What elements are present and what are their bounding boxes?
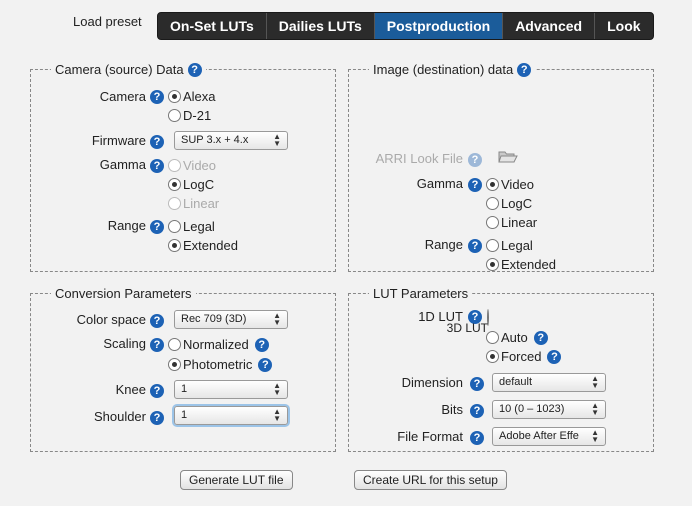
select-arrows-icon: ▲ ▼ (273, 132, 281, 148)
gamma-label: Gamma (99, 157, 146, 172)
lut-3d-label: 3D LUT (446, 321, 488, 335)
help-icon[interactable]: ? (187, 62, 202, 77)
color-space-select[interactable]: Rec 709 (3D) ▲ ▼ (174, 310, 288, 329)
radio-button[interactable] (486, 331, 499, 344)
select-arrows-icon: ▲ ▼ (273, 407, 281, 423)
camera-option-d21[interactable]: D-21 (168, 108, 211, 123)
firmware-select[interactable]: SUP 3.x + 4.x ▲ ▼ (174, 131, 288, 150)
help-icon[interactable]: ? (150, 220, 164, 234)
dimension-select[interactable]: default ▲ ▼ (492, 373, 606, 392)
lut-3d-option-forced[interactable]: Forced ? (486, 349, 562, 364)
help-icon[interactable]: ? (150, 314, 164, 328)
radio-button[interactable] (168, 338, 181, 351)
dest-range-option-extended[interactable]: Extended (486, 257, 556, 272)
help-icon[interactable]: ? (547, 349, 562, 364)
camera-option-alexa[interactable]: Alexa (168, 89, 216, 104)
range-option-extended[interactable]: Extended (168, 238, 238, 253)
firmware-label: Firmware (91, 133, 146, 148)
tab-dailies-luts[interactable]: Dailies LUTs (267, 13, 375, 39)
dest-gamma-option-video[interactable]: Video (486, 177, 534, 192)
shoulder-select[interactable]: 1 ▲ ▼ (174, 406, 288, 425)
help-icon[interactable]: ? (470, 377, 484, 391)
help-icon[interactable]: ? (150, 384, 164, 398)
preset-tabs: On-Set LUTs Dailies LUTs Postproduction … (157, 12, 654, 40)
tab-advanced[interactable]: Advanced (503, 13, 596, 39)
help-icon[interactable]: ? (150, 90, 164, 104)
radio-button[interactable] (168, 239, 181, 252)
generate-lut-button[interactable]: Generate LUT file (180, 470, 293, 490)
dest-range-option-legal[interactable]: Legal (486, 238, 533, 253)
radio-button[interactable] (168, 197, 181, 210)
radio-button[interactable] (168, 178, 181, 191)
lut-parameters-legend: LUT Parameters (373, 286, 469, 301)
radio-button[interactable] (168, 358, 181, 371)
knee-select[interactable]: 1 ▲ ▼ (174, 380, 288, 399)
radio-button[interactable] (486, 239, 499, 252)
help-icon[interactable]: ? (150, 159, 164, 173)
shoulder-label: Shoulder (93, 409, 146, 424)
tab-look[interactable]: Look (595, 13, 652, 39)
radio-button[interactable] (168, 159, 181, 172)
select-arrows-icon: ▲ ▼ (591, 428, 599, 444)
dest-range-label: Range (424, 237, 463, 252)
help-icon[interactable]: ? (468, 178, 482, 192)
help-icon[interactable]: ? (470, 404, 484, 418)
bits-label: Bits (441, 402, 463, 417)
scaling-option-photometric[interactable]: Photometric ? (168, 357, 273, 372)
help-icon[interactable]: ? (150, 338, 164, 352)
select-arrows-icon: ▲ ▼ (273, 381, 281, 397)
select-arrows-icon: ▲ ▼ (273, 311, 281, 327)
file-format-label: File Format (397, 429, 463, 444)
gamma-option-logc[interactable]: LogC (168, 177, 214, 192)
conversion-parameters-legend: Conversion Parameters (55, 286, 192, 301)
load-preset-label: Load preset (73, 14, 142, 29)
radio-button[interactable] (486, 350, 499, 363)
help-icon[interactable]: ? (150, 135, 164, 149)
radio-button[interactable] (486, 216, 499, 229)
radio-button[interactable] (486, 178, 499, 191)
help-icon[interactable]: ? (258, 357, 273, 372)
scaling-label: Scaling (103, 336, 146, 351)
dimension-label: Dimension (401, 375, 463, 390)
radio-button[interactable] (486, 197, 499, 210)
knee-label: Knee (115, 382, 146, 397)
folder-open-icon[interactable] (498, 149, 518, 164)
lut-3d-option-auto[interactable]: Auto ? (486, 330, 548, 345)
dest-gamma-label: Gamma (416, 176, 463, 191)
radio-button[interactable] (168, 90, 181, 103)
help-icon[interactable]: ? (517, 62, 532, 77)
gamma-option-video[interactable]: Video (168, 158, 216, 173)
range-option-legal[interactable]: Legal (168, 219, 215, 234)
color-space-label: Color space (76, 312, 146, 327)
radio-button[interactable] (168, 220, 181, 233)
camera-label: Camera (99, 89, 146, 104)
tab-postproduction[interactable]: Postproduction (374, 13, 504, 39)
gamma-option-linear[interactable]: Linear (168, 196, 219, 211)
camera-source-legend: Camera (source) Data ? (51, 62, 206, 77)
help-icon[interactable]: ? (533, 330, 548, 345)
bits-select[interactable]: 10 (0 – 1023) ▲ ▼ (492, 400, 606, 419)
scaling-option-normalized[interactable]: Normalized ? (168, 337, 269, 352)
file-format-select[interactable]: Adobe After Effe ▲ ▼ (492, 427, 606, 446)
select-arrows-icon: ▲ ▼ (591, 401, 599, 417)
help-icon[interactable]: ? (468, 239, 482, 253)
help-icon[interactable]: ? (468, 153, 482, 167)
radio-button[interactable] (168, 109, 181, 122)
arri-look-file-label: ARRI Look File (375, 151, 463, 166)
dest-gamma-option-linear[interactable]: Linear (486, 215, 537, 230)
radio-button[interactable] (486, 258, 499, 271)
range-label: Range (107, 218, 146, 233)
create-url-button[interactable]: Create URL for this setup (354, 470, 507, 490)
help-icon[interactable]: ? (150, 411, 164, 425)
select-arrows-icon: ▲ ▼ (591, 374, 599, 390)
dest-gamma-option-logc[interactable]: LogC (486, 196, 532, 211)
help-icon[interactable]: ? (254, 337, 269, 352)
tab-on-set-luts[interactable]: On-Set LUTs (158, 13, 267, 39)
image-destination-legend: Image (destination) data ? (369, 62, 535, 77)
help-icon[interactable]: ? (470, 431, 484, 445)
